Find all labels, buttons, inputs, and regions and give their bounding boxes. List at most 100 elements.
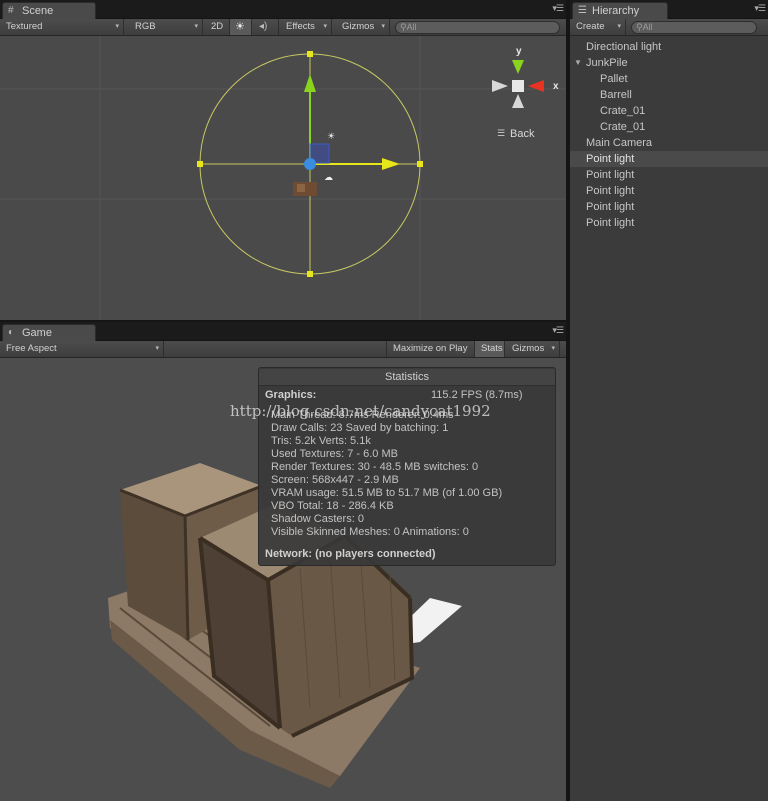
hierarchy-item-label: Crate_01 bbox=[600, 105, 646, 117]
draw-calls-stat: Draw Calls: 23 Saved by batching: 1 bbox=[271, 422, 449, 434]
range-handle bbox=[417, 161, 423, 167]
tab-hierarchy[interactable]: ☰ Hierarchy bbox=[572, 2, 668, 19]
statistics-overlay: Statistics Graphics: 115.2 FPS (8.7ms) M… bbox=[258, 367, 556, 566]
hierarchy-item[interactable]: Crate_01 bbox=[570, 119, 768, 135]
scene-search-placeholder: All bbox=[406, 22, 417, 32]
move-arrow-y bbox=[304, 74, 316, 92]
chevron-down-icon: ▾ bbox=[194, 23, 198, 30]
vram-stat: VRAM usage: 51.5 MB to 51.7 MB (of 1.00 … bbox=[271, 487, 503, 499]
gizmo-axis-x-label: x bbox=[553, 81, 559, 92]
color-mode-label: RGB bbox=[135, 21, 156, 32]
list-icon: ☰ bbox=[578, 5, 587, 16]
hierarchy-item[interactable]: Crate_01 bbox=[570, 103, 768, 119]
scene-search-input[interactable]: ⚲All bbox=[395, 21, 560, 34]
hierarchy-item[interactable]: Point light bbox=[570, 199, 768, 215]
network-stat: Network: (no players connected) bbox=[265, 548, 436, 560]
toggle-2d-label: 2D bbox=[211, 21, 224, 32]
stats-toggle[interactable]: Stats bbox=[475, 341, 505, 357]
scene-audio-toggle[interactable]: ◂) bbox=[253, 19, 279, 35]
render-mode-dropdown[interactable]: Textured ▾ bbox=[0, 19, 124, 35]
speaker-icon: ◂) bbox=[259, 21, 268, 32]
panel-menu-icon[interactable]: ▾☰ bbox=[552, 326, 564, 335]
create-dropdown[interactable]: Create ▾ bbox=[570, 19, 626, 35]
gizmo-axis-y-label: y bbox=[516, 46, 522, 57]
toggle-2d-button[interactable]: 2D bbox=[205, 19, 230, 35]
color-mode-dropdown[interactable]: RGB ▾ bbox=[129, 19, 203, 35]
hierarchy-item-label: Crate_01 bbox=[600, 121, 646, 133]
chevron-down-icon: ▾ bbox=[155, 345, 159, 352]
gizmo-center-cube bbox=[512, 80, 524, 92]
vbo-stat: VBO Total: 18 - 286.4 KB bbox=[271, 500, 394, 512]
hierarchy-item[interactable]: Point light bbox=[570, 167, 768, 183]
scene-toolbar: Textured ▾ RGB ▾ 2D ☀ ◂) Effects ▾ Gizmo… bbox=[0, 19, 566, 36]
gizmo-cone-neg-x bbox=[492, 80, 508, 92]
maximize-on-play-toggle[interactable]: Maximize on Play bbox=[386, 341, 475, 357]
foldout-expanded-icon[interactable]: ▼ bbox=[574, 55, 582, 71]
skinned-meshes-stat: Visible Skinned Meshes: 0 Animations: 0 bbox=[271, 526, 469, 538]
hierarchy-item-label: Point light bbox=[586, 169, 635, 181]
hierarchy-item[interactable]: ▼ JunkPile bbox=[570, 55, 768, 71]
hierarchy-item-label: Main Camera bbox=[586, 137, 653, 149]
tris-stat: Tris: 5.2k Verts: 5.1k bbox=[271, 435, 371, 447]
game-gizmos-label: Gizmos bbox=[512, 343, 545, 354]
chevron-down-icon: ▾ bbox=[617, 23, 621, 30]
gizmos-dropdown[interactable]: Gizmos ▾ bbox=[336, 19, 390, 35]
move-center-handle bbox=[304, 158, 316, 170]
hierarchy-item-label: Pallet bbox=[600, 73, 628, 85]
light-gizmo-icon: ☀ bbox=[327, 132, 335, 142]
chevron-down-icon: ▾ bbox=[381, 23, 385, 30]
hierarchy-item[interactable]: Main Camera bbox=[570, 135, 768, 151]
range-handle bbox=[307, 51, 313, 57]
scene-lighting-toggle[interactable]: ☀ bbox=[230, 19, 252, 35]
panel-menu-icon[interactable]: ▾☰ bbox=[552, 4, 564, 13]
hierarchy-panel: ☰ Hierarchy ▾☰ Create ▾ ⚲All Directional… bbox=[570, 0, 768, 801]
hierarchy-item-label: Point light bbox=[586, 153, 635, 165]
game-gizmos-dropdown[interactable]: Gizmos ▾ bbox=[506, 341, 560, 357]
chevron-down-icon: ▾ bbox=[115, 23, 119, 30]
hierarchy-search-input[interactable]: ⚲All bbox=[631, 21, 757, 34]
stats-label: Stats bbox=[481, 343, 503, 354]
search-icon: ⚲ bbox=[636, 22, 643, 32]
sun-icon: ☀ bbox=[235, 21, 245, 33]
create-label: Create bbox=[576, 21, 605, 32]
range-handle bbox=[197, 161, 203, 167]
gizmo-cone-neg-y bbox=[512, 94, 524, 108]
maximize-label: Maximize on Play bbox=[393, 343, 468, 354]
hierarchy-item[interactable]: Point light bbox=[570, 215, 768, 231]
hierarchy-item[interactable]: Point light bbox=[570, 183, 768, 199]
main-thread-stat: Main Thread: 8.7ms Renderer: 0.4ms bbox=[271, 409, 454, 421]
tab-game[interactable]: ◐ Game bbox=[2, 324, 96, 341]
scene-viewport[interactable]: ☀ ☁ y x ☰ Back bbox=[0, 36, 566, 320]
hierarchy-tabbar: ☰ Hierarchy ▾☰ bbox=[570, 0, 768, 19]
effects-dropdown[interactable]: Effects ▾ bbox=[280, 19, 332, 35]
render-mode-label: Textured bbox=[6, 21, 43, 32]
tab-hierarchy-label: Hierarchy bbox=[592, 5, 640, 17]
hierarchy-list: Directional light ▼ JunkPile Pallet Barre… bbox=[570, 36, 768, 801]
used-textures-stat: Used Textures: 7 - 6.0 MB bbox=[271, 448, 398, 460]
chevron-down-icon: ▾ bbox=[323, 23, 327, 30]
shadow-casters-stat: Shadow Casters: 0 bbox=[271, 513, 364, 525]
aspect-dropdown[interactable]: Free Aspect ▾ bbox=[0, 341, 164, 357]
panel-menu-icon[interactable]: ▾☰ bbox=[754, 4, 766, 13]
hierarchy-item[interactable]: Barrell bbox=[570, 87, 768, 103]
aspect-label: Free Aspect bbox=[6, 343, 57, 354]
hierarchy-item-label: JunkPile bbox=[586, 57, 628, 69]
game-tabbar: ◐ Game ▾☰ bbox=[0, 322, 566, 341]
hierarchy-item-label: Barrell bbox=[600, 89, 632, 101]
hierarchy-item[interactable]: Pallet bbox=[570, 71, 768, 87]
hierarchy-item-label: Point light bbox=[586, 217, 635, 229]
tab-scene[interactable]: # Scene bbox=[2, 2, 96, 19]
hierarchy-search-placeholder: All bbox=[642, 22, 653, 32]
gizmo-view-label: Back bbox=[510, 128, 535, 140]
render-textures-stat: Render Textures: 30 - 48.5 MB switches: … bbox=[271, 461, 479, 473]
search-icon: ⚲ bbox=[400, 22, 407, 32]
grid-icon: # bbox=[8, 5, 14, 16]
scene-canvas: ☀ ☁ y x ☰ Back bbox=[0, 36, 566, 320]
chevron-down-icon: ▾ bbox=[551, 345, 555, 352]
hierarchy-item-selected[interactable]: Point light bbox=[570, 151, 768, 167]
hierarchy-item[interactable]: Directional light bbox=[570, 39, 768, 55]
tab-game-label: Game bbox=[22, 327, 52, 339]
statistics-title: Statistics bbox=[259, 369, 555, 386]
tab-scene-label: Scene bbox=[22, 5, 54, 17]
gizmo-cone-y bbox=[512, 60, 524, 74]
